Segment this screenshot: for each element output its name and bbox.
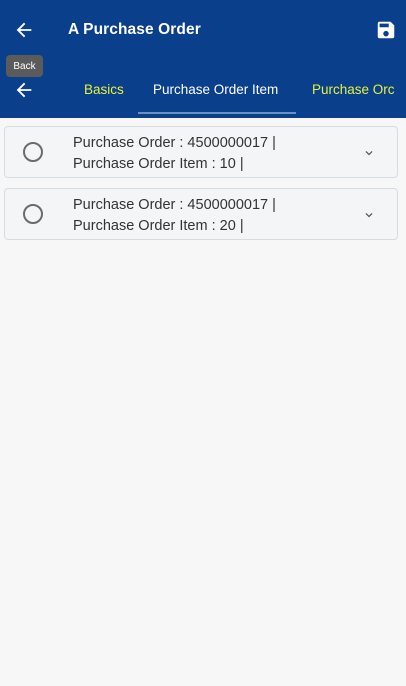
app-header: A Purchase Order: [0, 0, 406, 62]
tab-purchase-order[interactable]: Purchase Orc: [312, 82, 395, 97]
expand-button[interactable]: [361, 207, 377, 223]
active-tab-indicator: [138, 112, 296, 114]
item-text: Purchase Order : 4500000017 | Purchase O…: [73, 195, 276, 237]
list-item[interactable]: Purchase Order : 4500000017 | Purchase O…: [4, 188, 398, 240]
tab-back-button[interactable]: [8, 74, 40, 106]
list-item[interactable]: Purchase Order : 4500000017 | Purchase O…: [4, 126, 398, 178]
back-button[interactable]: [8, 14, 40, 46]
page-title: A Purchase Order: [68, 21, 201, 38]
back-tooltip: Back: [6, 55, 43, 77]
tab-basics[interactable]: Basics: [84, 82, 124, 97]
arrow-left-icon: [16, 22, 32, 38]
tab-purchase-order-item[interactable]: Purchase Order Item: [153, 82, 278, 97]
item-line-1: Purchase Order : 4500000017 |: [73, 197, 276, 213]
tab-bar: Basics Purchase Order Item Purchase Orc: [0, 62, 406, 118]
radio-button[interactable]: [23, 204, 43, 224]
chevron-down-icon: [365, 213, 373, 218]
floppy-disk-icon: [377, 21, 395, 39]
radio-button[interactable]: [23, 142, 43, 162]
item-line-2: Purchase Order Item : 20 |: [73, 218, 244, 234]
expand-button[interactable]: [361, 145, 377, 161]
item-text: Purchase Order : 4500000017 | Purchase O…: [73, 133, 276, 175]
item-line-1: Purchase Order : 4500000017 |: [73, 135, 276, 151]
arrow-left-icon: [16, 82, 32, 98]
save-button[interactable]: [370, 14, 402, 46]
chevron-down-icon: [365, 151, 373, 156]
item-line-2: Purchase Order Item : 10 |: [73, 156, 244, 172]
